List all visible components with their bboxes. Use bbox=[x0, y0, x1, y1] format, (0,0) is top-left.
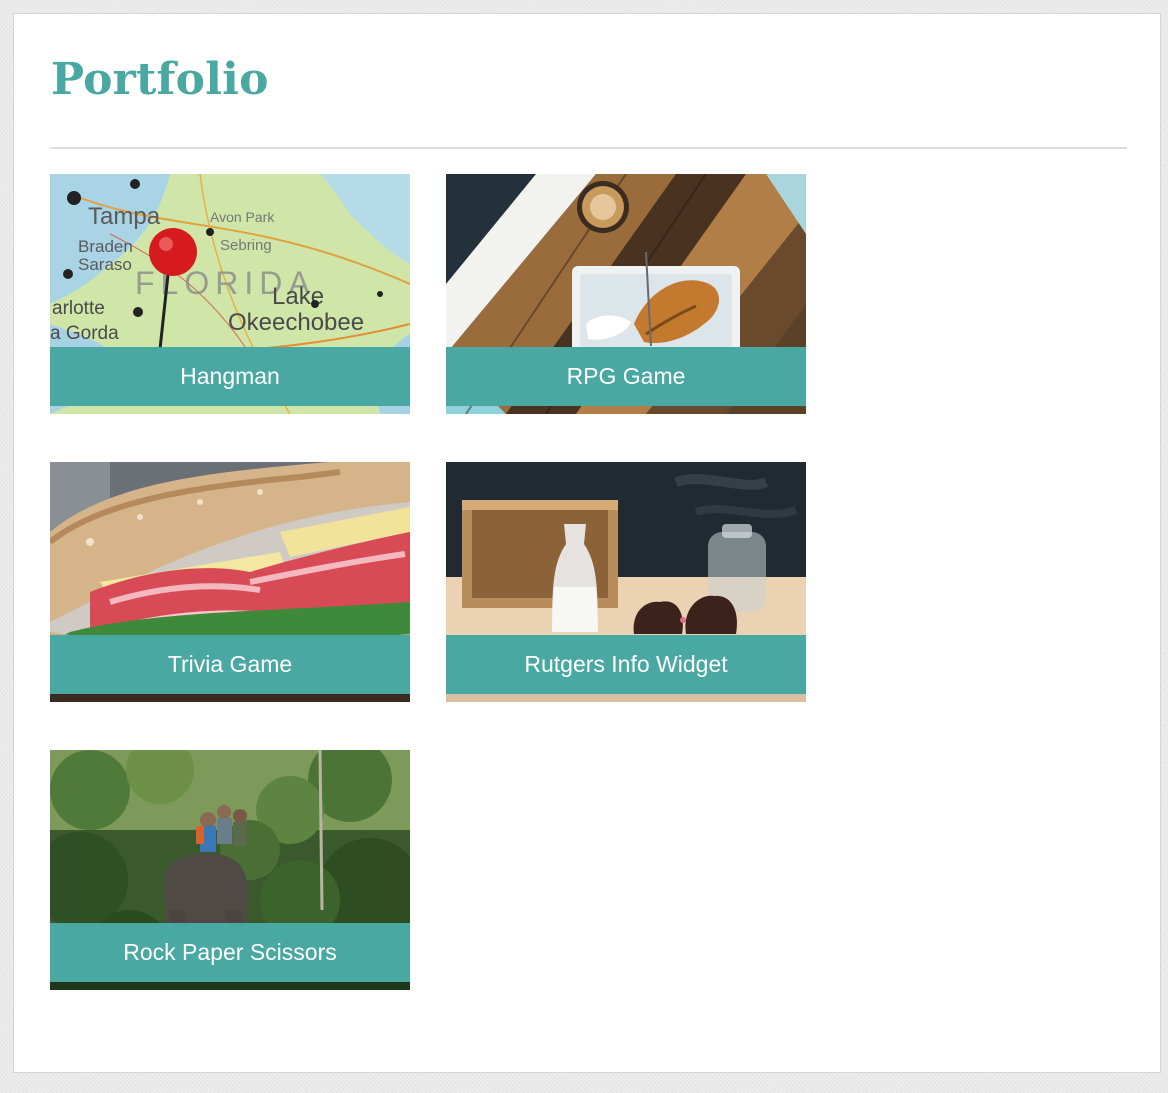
svg-text:Braden: Braden bbox=[78, 237, 133, 256]
card-caption[interactable]: Rock Paper Scissors bbox=[50, 923, 410, 982]
portfolio-card-trivia-game[interactable]: Trivia Game bbox=[50, 462, 410, 702]
card-caption[interactable]: Hangman bbox=[50, 347, 410, 406]
svg-text:Okeechobee: Okeechobee bbox=[228, 309, 364, 336]
svg-text:arlotte: arlotte bbox=[52, 298, 105, 319]
svg-text:a Gorda: a Gorda bbox=[50, 323, 119, 344]
svg-text:Tampa: Tampa bbox=[88, 203, 161, 230]
svg-text:Saraso: Saraso bbox=[78, 255, 132, 274]
portfolio-card-rutgers-info-widget[interactable]: Rutgers Info Widget bbox=[446, 462, 806, 702]
portfolio-panel: Portfolio Tampa Braden Saraso FLORIDA ar… bbox=[13, 13, 1161, 1073]
portfolio-card-rock-paper-scissors[interactable]: Rock Paper Scissors bbox=[50, 750, 410, 990]
title-divider bbox=[50, 147, 1127, 149]
svg-text:Sebring: Sebring bbox=[220, 237, 272, 254]
page-title: Portfolio bbox=[51, 54, 269, 105]
portfolio-card-rpg-game[interactable]: RPG Game bbox=[446, 174, 806, 414]
card-caption[interactable]: Trivia Game bbox=[50, 635, 410, 694]
card-caption[interactable]: RPG Game bbox=[446, 347, 806, 406]
portfolio-card-hangman[interactable]: Tampa Braden Saraso FLORIDA arlotte a Go… bbox=[50, 174, 410, 414]
svg-text:Avon Park: Avon Park bbox=[210, 209, 275, 225]
card-caption[interactable]: Rutgers Info Widget bbox=[446, 635, 806, 694]
